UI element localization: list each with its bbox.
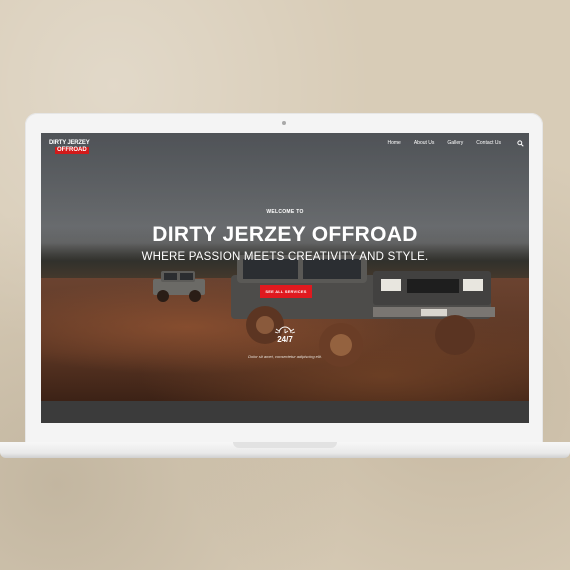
nav-item-about-us[interactable]: About Us: [414, 140, 435, 146]
logo-line-1: DIRTY JERZEY: [49, 140, 90, 146]
logo-line-2: OFFROAD: [55, 147, 89, 154]
availability-badge: 24/7: [277, 335, 293, 344]
hero-subline: WHERE PASSION MEETS CREATIVITY AND STYLE…: [141, 251, 429, 263]
laptop-notch: [233, 442, 337, 448]
background-truck-image: [153, 271, 205, 302]
welcome-text: WELCOME TO: [266, 209, 304, 215]
site-logo[interactable]: DIRTY JERZEY OFFROAD: [47, 138, 90, 160]
search-icon[interactable]: [517, 140, 524, 147]
nav-item-gallery[interactable]: Gallery: [447, 140, 463, 146]
bottom-bar: [41, 401, 529, 423]
clock-wings-icon: [274, 326, 296, 334]
nav-item-contact-us[interactable]: Contact Us: [476, 140, 501, 146]
see-all-services-button[interactable]: SEE ALL SERVICES: [260, 285, 312, 298]
hero-headline: DIRTY JERZEY OFFROAD: [152, 223, 418, 246]
navbar: DIRTY JERZEY OFFROAD Home About Us Galle…: [41, 133, 529, 159]
website-screen: DIRTY JERZEY OFFROAD Home About Us Galle…: [41, 133, 529, 423]
webcam: [282, 121, 286, 125]
nav-item-home[interactable]: Home: [388, 140, 401, 146]
main-truck-image: [231, 255, 495, 367]
hero-caption: Dolor sit amet, consectetur adipiscing e…: [248, 354, 322, 359]
nav-menu: Home About Us Gallery Contact Us: [388, 140, 502, 146]
